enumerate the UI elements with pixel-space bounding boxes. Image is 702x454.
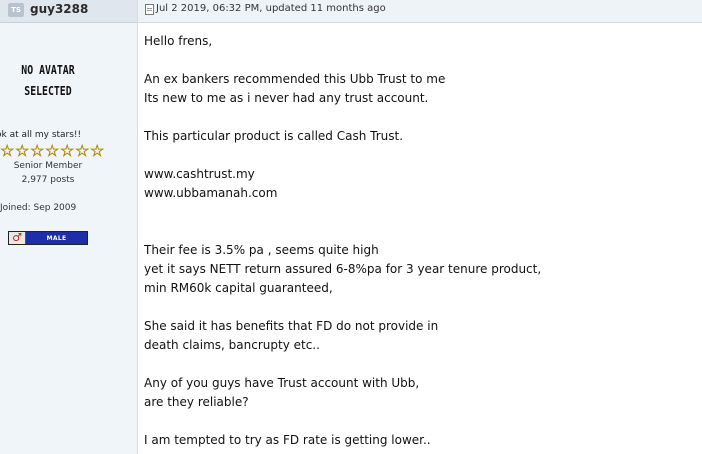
post-document-icon[interactable] [145,4,154,15]
post-line [144,298,694,317]
topic-starter-badge: TS [8,3,24,17]
post-line: I am tempted to try as FD rate is gettin… [144,433,431,447]
post-line [144,412,694,431]
avatar-text-line2: SELECTED [24,84,72,98]
rank-stars: ☆ ☆ ☆ ☆ ☆ ☆ ☆ [0,141,105,160]
star-icon: ☆ [45,141,60,160]
author-column: TS guy3288 NO AVATAR SELECTED ok at all … [0,0,138,454]
post-line: Its new to me as i never had any trust a… [144,91,429,105]
post-line: death claims, bancrupty etc.. [144,338,320,352]
gender-badge: ♂ MALE [8,231,88,245]
join-date: Joined: Sep 2009 [0,203,77,213]
user-motto: ok at all my stars!! [0,130,82,140]
post-timestamp: Jul 2 2019, 06:32 PM, updated 11 months … [156,3,386,14]
post-line: www.cashtrust.my [144,167,255,181]
post-line [144,355,694,374]
post-line: An ex bankers recommended this Ubb Trust… [144,72,446,86]
post-line: Hello frens, [144,34,213,48]
post-line [144,51,694,70]
star-icon: ☆ [30,141,45,160]
avatar-placeholder: NO AVATAR SELECTED [0,60,96,102]
post-line: yet it says NETT return assured 6-8%pa f… [144,262,542,276]
post-line [144,203,694,222]
avatar-text-line1: NO AVATAR [21,63,75,77]
post-line: are they reliable? [144,395,249,409]
post-count: 2,977 posts [21,175,75,185]
star-icon: ☆ [75,141,90,160]
star-icon: ☆ [0,141,15,160]
post-line: Their fee is 3.5% pa , seems quite high [144,243,379,257]
star-icon: ☆ [60,141,75,160]
member-rank: Senior Member [13,161,83,171]
male-symbol-icon: ♂ [9,232,26,244]
post-line: Any of you guys have Trust account with … [144,376,420,390]
username-link[interactable]: guy3288 [30,2,88,16]
post-line [144,146,694,165]
star-icon: ☆ [15,141,30,160]
gender-label: MALE [46,234,67,242]
star-icon: ☆ [90,141,105,160]
post-line: This particular product is called Cash T… [144,129,404,143]
post-line [144,108,694,127]
author-header: TS guy3288 [0,0,137,23]
post-line [144,222,694,241]
post-line: She said it has benefits that FD do not … [144,319,439,333]
post-body: Hello frens, An ex bankers recommended t… [144,32,694,450]
post-line: min RM60k capital guaranteed, [144,281,333,295]
post-header: Jul 2 2019, 06:32 PM, updated 11 months … [138,0,702,23]
post-line: www.ubbamanah.com [144,186,278,200]
